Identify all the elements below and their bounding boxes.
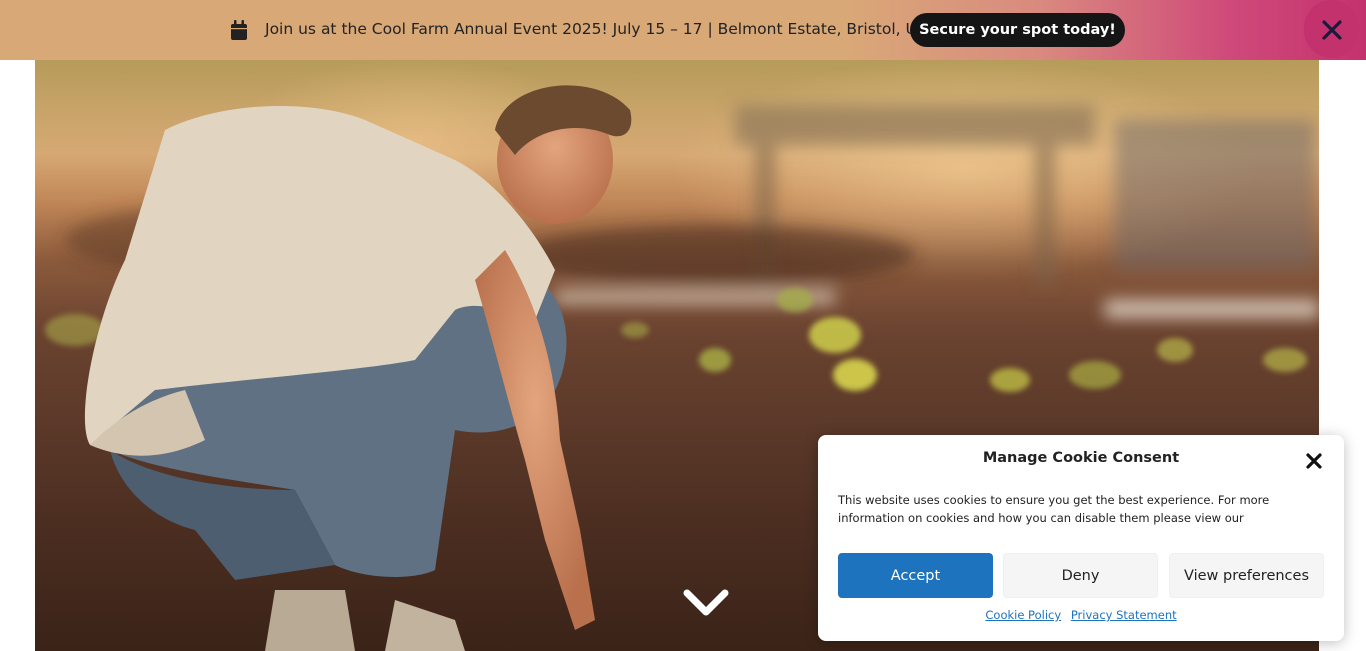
- announcement-bar: Join us at the Cool Farm Annual Event 20…: [0, 0, 1366, 60]
- cookie-policy-link[interactable]: Cookie Policy: [985, 608, 1061, 622]
- cookie-consent-title: Manage Cookie Consent: [982, 450, 1180, 466]
- calendar-icon: [231, 20, 247, 40]
- cookie-consent-message: This website uses cookies to ensure you …: [838, 493, 1270, 525]
- privacy-statement-link[interactable]: Privacy Statement: [1071, 608, 1177, 622]
- chevron-down-icon[interactable]: [681, 585, 731, 621]
- close-icon[interactable]: [1305, 452, 1323, 470]
- cookie-links: Cookie Policy Privacy Statement: [818, 608, 1344, 622]
- deny-button[interactable]: Deny: [1003, 553, 1158, 598]
- cookie-consent-panel: Manage Cookie Consent This website uses …: [818, 435, 1344, 641]
- close-icon[interactable]: [1320, 18, 1344, 42]
- accept-button[interactable]: Accept: [838, 553, 993, 598]
- view-preferences-button[interactable]: View preferences: [1169, 553, 1324, 598]
- secure-spot-button[interactable]: Secure your spot today!: [910, 13, 1125, 47]
- announcement-text: Join us at the Cool Farm Annual Event 20…: [265, 20, 928, 38]
